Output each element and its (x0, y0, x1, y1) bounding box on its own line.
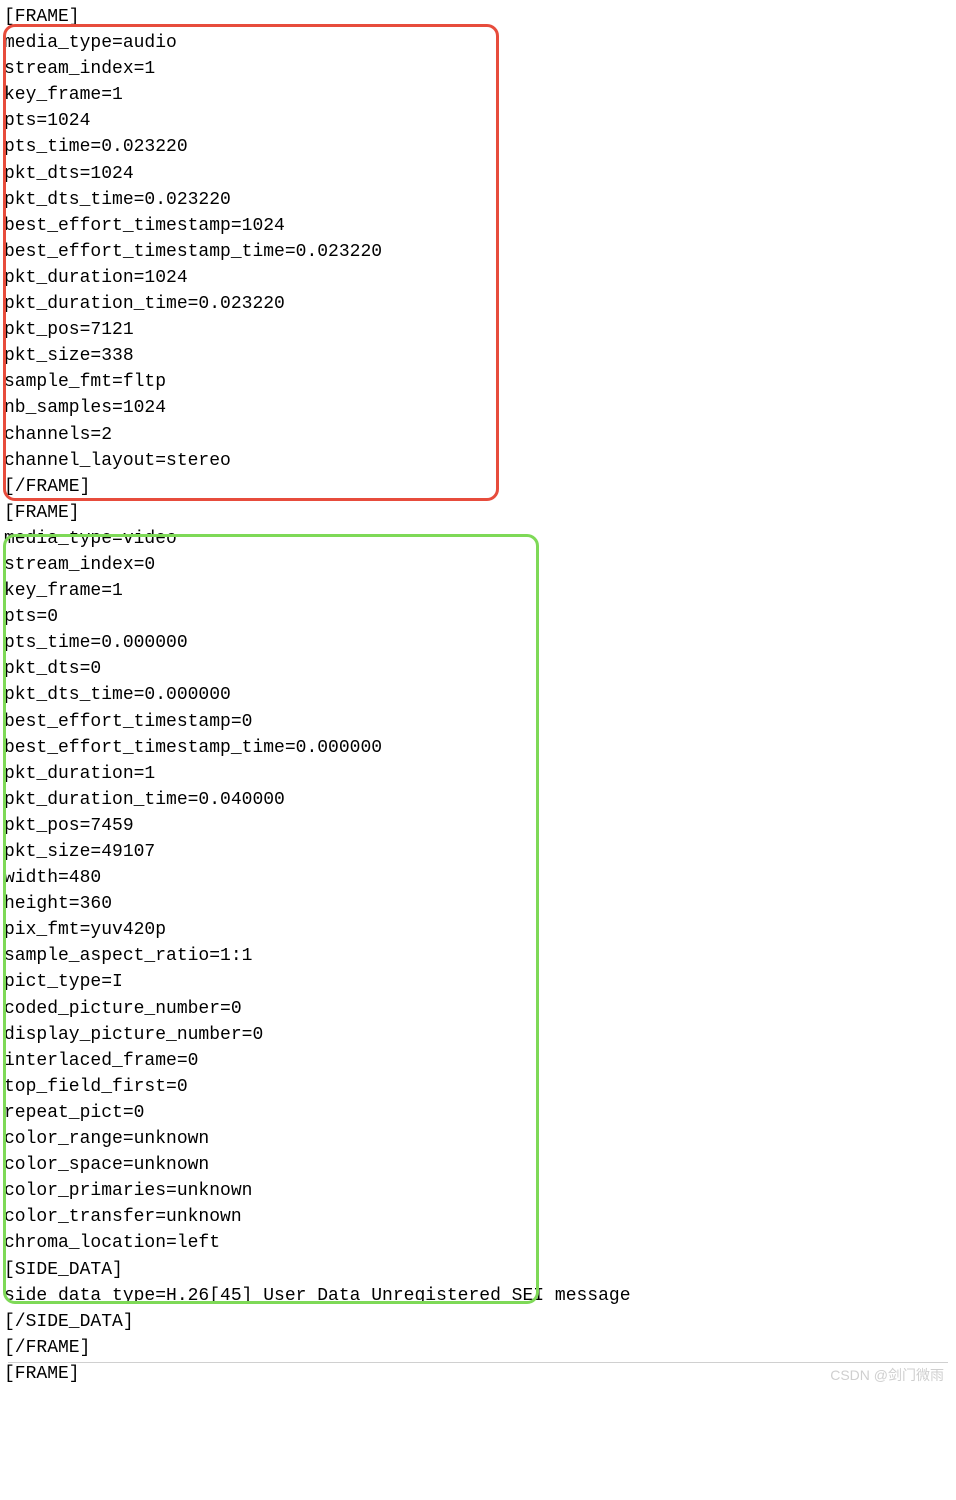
audio-pkt-dts: pkt_dts=1024 (4, 161, 952, 187)
audio-channel-layout: channel_layout=stereo (4, 448, 952, 474)
audio-sample-fmt: sample_fmt=fltp (4, 369, 952, 395)
audio-media-type: media_type=audio (4, 30, 952, 56)
side-data-close-tag: [/SIDE_DATA] (4, 1309, 952, 1335)
frame-open-tag-3: [FRAME] (4, 1361, 952, 1387)
video-pix-fmt: pix_fmt=yuv420p (4, 917, 952, 943)
video-pkt-duration: pkt_duration=1 (4, 761, 952, 787)
audio-key-frame: key_frame=1 (4, 82, 952, 108)
video-width: width=480 (4, 865, 952, 891)
video-pkt-dts: pkt_dts=0 (4, 656, 952, 682)
video-pkt-duration-time: pkt_duration_time=0.040000 (4, 787, 952, 813)
video-color-space: color_space=unknown (4, 1152, 952, 1178)
frame-close-tag-2: [/FRAME] (4, 1335, 952, 1361)
video-media-type: media_type=video (4, 526, 952, 552)
video-interlaced-frame: interlaced_frame=0 (4, 1048, 952, 1074)
video-stream-index: stream_index=0 (4, 552, 952, 578)
video-pict-type: pict_type=I (4, 969, 952, 995)
frame-close-tag: [/FRAME] (4, 474, 952, 500)
video-pkt-dts-time: pkt_dts_time=0.000000 (4, 682, 952, 708)
audio-pkt-duration-time: pkt_duration_time=0.023220 (4, 291, 952, 317)
video-color-range: color_range=unknown (4, 1126, 952, 1152)
side-data-type: side_data_type=H.26[45] User Data Unregi… (4, 1283, 952, 1309)
video-sample-aspect-ratio: sample_aspect_ratio=1:1 (4, 943, 952, 969)
video-pkt-pos: pkt_pos=7459 (4, 813, 952, 839)
audio-pts-time: pts_time=0.023220 (4, 134, 952, 160)
video-pts-time: pts_time=0.000000 (4, 630, 952, 656)
audio-pkt-pos: pkt_pos=7121 (4, 317, 952, 343)
video-display-picture-number: display_picture_number=0 (4, 1022, 952, 1048)
side-data-open-tag: [SIDE_DATA] (4, 1257, 952, 1283)
video-chroma-location: chroma_location=left (4, 1230, 952, 1256)
video-best-effort-timestamp-time: best_effort_timestamp_time=0.000000 (4, 735, 952, 761)
video-color-primaries: color_primaries=unknown (4, 1178, 952, 1204)
video-repeat-pict: repeat_pict=0 (4, 1100, 952, 1126)
frame-open-tag-2: [FRAME] (4, 500, 952, 526)
video-key-frame: key_frame=1 (4, 578, 952, 604)
watermark-text: CSDN @剑门微雨 (830, 1365, 944, 1385)
video-coded-picture-number: coded_picture_number=0 (4, 996, 952, 1022)
audio-pts: pts=1024 (4, 108, 952, 134)
video-height: height=360 (4, 891, 952, 917)
video-best-effort-timestamp: best_effort_timestamp=0 (4, 709, 952, 735)
video-top-field-first: top_field_first=0 (4, 1074, 952, 1100)
audio-pkt-dts-time: pkt_dts_time=0.023220 (4, 187, 952, 213)
audio-best-effort-timestamp: best_effort_timestamp=1024 (4, 213, 952, 239)
audio-nb-samples: nb_samples=1024 (4, 395, 952, 421)
audio-pkt-size: pkt_size=338 (4, 343, 952, 369)
video-pts: pts=0 (4, 604, 952, 630)
video-color-transfer: color_transfer=unknown (4, 1204, 952, 1230)
bottom-divider (8, 1362, 948, 1363)
audio-pkt-duration: pkt_duration=1024 (4, 265, 952, 291)
video-pkt-size: pkt_size=49107 (4, 839, 952, 865)
audio-channels: channels=2 (4, 422, 952, 448)
audio-stream-index: stream_index=1 (4, 56, 952, 82)
audio-best-effort-timestamp-time: best_effort_timestamp_time=0.023220 (4, 239, 952, 265)
frame-open-tag: [FRAME] (4, 4, 952, 30)
